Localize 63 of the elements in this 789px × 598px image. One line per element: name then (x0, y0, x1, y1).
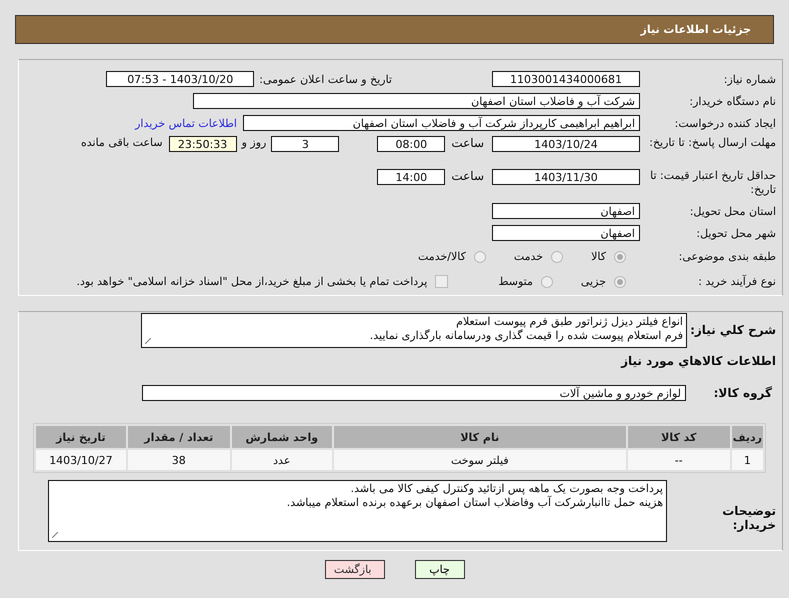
text-field[interactable]: 08:00 (377, 136, 446, 152)
field-label: حداقل تاریخ اعتبار قیمت: تا تاریخ: (649, 169, 777, 197)
text-field[interactable]: اصفهان (492, 225, 640, 241)
field-label: نام دستگاه خریدار: (688, 94, 777, 108)
radio-button[interactable] (614, 276, 626, 288)
text-field[interactable]: 1103001434000681 (492, 71, 640, 87)
table-cell: فیلتر سوخت (334, 450, 626, 470)
radio-button[interactable] (474, 250, 486, 262)
field-label: روز و (242, 136, 266, 149)
text-field[interactable]: ابراهیم ابراهیمی کارپرداز شرکت آب و فاضلاب استان اصفهان (243, 115, 640, 131)
column-header: نام کالا (334, 426, 626, 448)
radio-button[interactable] (614, 250, 626, 262)
radio-label: خدمت (514, 250, 544, 263)
text-field[interactable]: 14:00 (377, 169, 446, 185)
table-cell: 1403/10/27 (36, 450, 126, 470)
text-field[interactable]: اصفهان (492, 203, 640, 219)
field-label: ساعت (451, 136, 484, 150)
field-label: گروه كالا: (712, 386, 773, 400)
radio-label: متوسط (498, 275, 533, 288)
field-label: شماره نیاز: (722, 72, 777, 86)
page-title: جزئیات اطلاعات نیاز (640, 23, 751, 36)
table-cell: 1 (732, 450, 763, 470)
field-label: شرح كلي نياز: (689, 323, 777, 337)
column-header: تعداد / مقدار (128, 426, 230, 448)
table-cell: -- (628, 450, 730, 470)
text-field[interactable]: 3 (271, 136, 340, 152)
table-cell: عدد (232, 450, 332, 470)
table-cell: 38 (128, 450, 230, 470)
text-area[interactable]: انواع فیلتر دیزل ژنراتور طبق فرم پیوست استعلام فرم استعلام پیوست شده را قیمت گذاری ودرسامانه بارگذاری نمایید. (141, 313, 687, 348)
field-label: مهلت ارسال پاسخ: تا تاریخ: (648, 136, 777, 150)
column-header: ردیف (732, 426, 763, 448)
checkbox-label: پرداخت تمام یا بخشی از مبلغ خرید،از محل "اسناد خزانه اسلامی" خواهد بود. (76, 275, 428, 288)
radio-button[interactable] (540, 276, 553, 288)
field-label: نوع فرآیند خرید : (697, 275, 777, 288)
checkbox[interactable] (435, 275, 448, 288)
field-label: ساعت (451, 169, 484, 183)
back-button[interactable]: بازگشت (324, 560, 384, 579)
section-heading: اطلاعات كالاهاي مورد نياز (621, 354, 776, 368)
contact-link[interactable]: اطلاعات تماس خریدار (135, 116, 237, 130)
text-area[interactable]: پرداخت وجه بصورت یک ماهه پس ازتائید وکنترل کیفی کالا می باشد. هزینه حمل تاانبارشرکت آب وفاضلاب استان اصفهان برعهده برنده استعلام میباشد. (48, 480, 667, 542)
radio-label: کالا/خدمت (418, 250, 466, 263)
notes-text: پرداخت وجه بصورت یک ماهه پس ازتائید وکنترل کیفی کالا می باشد. هزینه حمل تاانبارشرکت آب وفاضلاب استان اصفهان برعهده برنده استعلام میباشد. (286, 482, 663, 509)
text-field[interactable]: 1403/10/20 - 07:53 (106, 71, 254, 87)
field-label: شهر محل تحویل: (695, 226, 777, 240)
text-field[interactable]: 23:50:33 (168, 136, 237, 152)
column-header: واحد شمارش (232, 426, 332, 448)
radio-label: جزیی (580, 275, 606, 288)
text-field[interactable]: 1403/11/30 (492, 169, 640, 185)
field-label: توضیحات خریدار: (721, 504, 777, 532)
column-header: کد کالا (628, 426, 730, 448)
field-label: ایجاد کننده درخواست: (674, 116, 777, 130)
radio-label: کالا (591, 250, 606, 263)
column-header: تاریخ نیاز (36, 426, 126, 448)
text-field[interactable]: 1403/10/24 (492, 136, 640, 152)
text-field[interactable]: شرکت آب و فاضلاب استان اصفهان (193, 93, 640, 109)
text-field[interactable]: لوازم خودرو و ماشین آلات (142, 385, 686, 401)
field-label: طبقه بندی موضوعی: (678, 250, 777, 263)
field-label: ساعت باقی مانده (80, 136, 163, 149)
radio-button[interactable] (551, 250, 564, 262)
field-label: تاریخ و ساعت اعلان عمومی: (259, 72, 392, 86)
description-text: انواع فیلتر دیزل ژنراتور طبق فرم پیوست استعلام فرم استعلام پیوست شده را قیمت گذاری ودرسامانه بارگذاری نمایید. (370, 315, 683, 342)
field-label: استان محل تحویل: (688, 204, 777, 218)
print-button[interactable]: چاپ (414, 560, 464, 579)
